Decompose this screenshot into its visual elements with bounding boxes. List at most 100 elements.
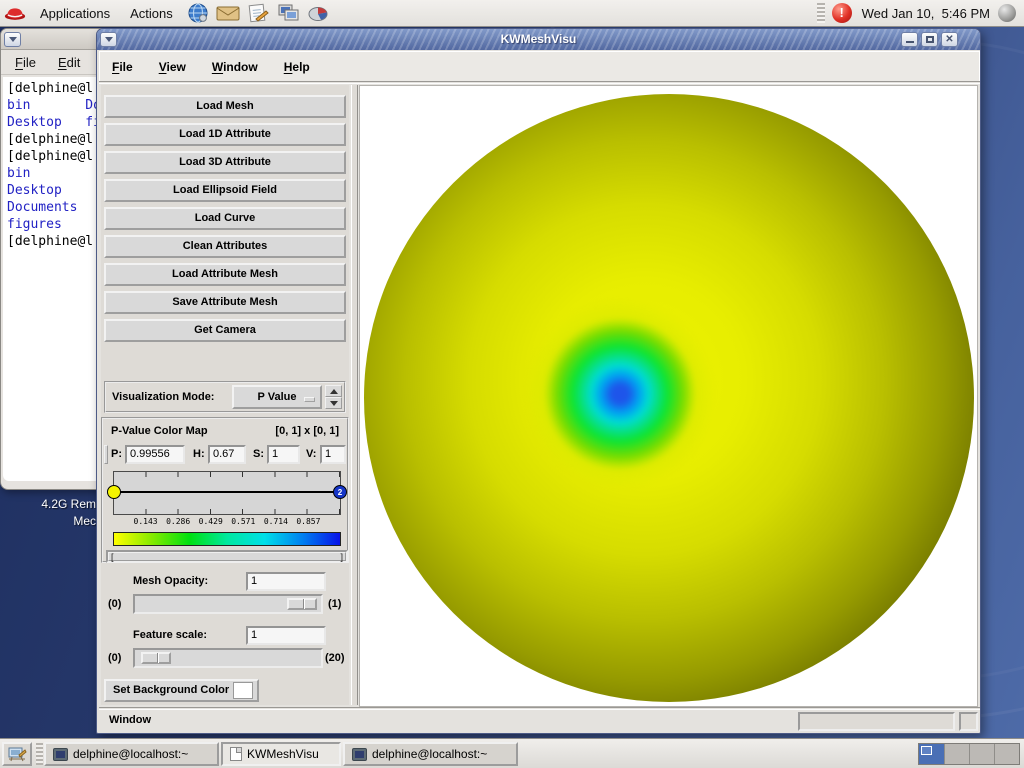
- colormap-gradient-bar: [113, 532, 341, 546]
- redhat-menu-icon[interactable]: [2, 1, 28, 25]
- close-button[interactable]: ✕: [941, 32, 958, 47]
- spin-down-button[interactable]: [325, 397, 342, 409]
- load-curve-button[interactable]: Load Curve: [104, 207, 346, 230]
- colormap-range-slider[interactable]: [ ]: [108, 552, 346, 561]
- canvas-ticks-top: [114, 472, 340, 477]
- redhat-hat-icon: [4, 5, 26, 21]
- email-launcher-icon[interactable]: [215, 1, 241, 25]
- handle-ridge: [303, 599, 305, 609]
- mesh-opacity-handle[interactable]: [287, 598, 317, 610]
- mesh-opacity-min-label: (0): [108, 598, 121, 610]
- get-camera-button[interactable]: Get Camera: [104, 319, 346, 342]
- optionmenu-indicator-icon: [304, 397, 315, 402]
- task-terminal-1[interactable]: delphine@localhost:~: [44, 742, 219, 766]
- actions-menu[interactable]: Actions: [120, 0, 183, 27]
- arrow-down-icon: [330, 401, 338, 406]
- mesh-sphere: [364, 94, 974, 702]
- desktop-media-label[interactable]: 4.2G Rem Mec: [0, 496, 96, 530]
- text-editor-launcher-icon[interactable]: [245, 1, 271, 25]
- tick-label: 0.857: [296, 517, 320, 526]
- feature-scale-min-label: (0): [108, 652, 121, 664]
- volume-icon[interactable]: [998, 4, 1016, 22]
- clean-attributes-button[interactable]: Clean Attributes: [104, 235, 346, 258]
- maximize-button[interactable]: [921, 32, 938, 47]
- chevron-down-icon: [9, 37, 17, 42]
- statusbar-progress: [798, 712, 955, 731]
- system-monitor-launcher-icon[interactable]: [305, 1, 331, 25]
- terminal-icon: [352, 748, 367, 761]
- minimize-button[interactable]: [901, 32, 918, 47]
- value-entry[interactable]: 1: [320, 445, 346, 464]
- panel-grip[interactable]: [817, 3, 825, 23]
- load-3d-attribute-button[interactable]: Load 3D Attribute: [104, 151, 346, 174]
- colormap-grip[interactable]: [104, 445, 108, 464]
- mesh-opacity-label: Mesh Opacity:: [133, 575, 208, 587]
- tick-label: 0.286: [166, 517, 190, 526]
- window-title: KWMeshVisu: [97, 29, 980, 50]
- panel-clock[interactable]: Wed Jan 10, 5:46 PM: [856, 6, 996, 21]
- hue-entry[interactable]: 0.67: [208, 445, 246, 464]
- workspace-2[interactable]: [944, 744, 969, 764]
- colormap-point-start[interactable]: [107, 485, 121, 499]
- terminal-menu-edit[interactable]: Edit: [58, 55, 80, 70]
- mesh-opacity-slider[interactable]: [133, 594, 323, 614]
- window-menu-button[interactable]: [100, 32, 117, 47]
- media-label-line1: 4.2G Rem: [0, 496, 96, 513]
- load-mesh-button[interactable]: Load Mesh: [104, 95, 346, 118]
- minimize-icon: [906, 41, 914, 43]
- menu-window[interactable]: Window: [212, 60, 258, 74]
- feature-scale-slider[interactable]: [133, 648, 323, 668]
- spin-up-button[interactable]: [325, 385, 342, 397]
- workspace-1[interactable]: [919, 744, 944, 764]
- feature-scale-handle[interactable]: [141, 652, 171, 664]
- workspace-4[interactable]: [994, 744, 1019, 764]
- colormap-point-2[interactable]: 2: [333, 485, 347, 499]
- load-1d-attribute-button[interactable]: Load 1D Attribute: [104, 123, 346, 146]
- applications-menu[interactable]: Applications: [30, 0, 120, 27]
- terminal-menu-file[interactable]: File: [15, 55, 36, 70]
- saturation-entry[interactable]: 1: [267, 445, 300, 464]
- window-controls: ✕: [901, 32, 958, 47]
- arrow-up-icon: [330, 389, 338, 394]
- tick-label: 0.429: [199, 517, 223, 526]
- tick-label: 0.571: [231, 517, 255, 526]
- h-label: H:: [193, 448, 205, 460]
- pane-sash[interactable]: [351, 85, 358, 705]
- show-desktop-button[interactable]: [2, 742, 32, 766]
- task-kwmeshvisu[interactable]: KWMeshVisu: [221, 742, 341, 766]
- update-alert-icon[interactable]: !: [832, 3, 852, 23]
- save-attribute-mesh-button[interactable]: Save Attribute Mesh: [104, 291, 346, 314]
- colormap-range-scrollbar[interactable]: [ ]: [106, 550, 348, 563]
- menu-file[interactable]: File: [112, 60, 133, 74]
- web-browser-launcher-icon[interactable]: [185, 1, 211, 25]
- load-ellipsoid-field-button[interactable]: Load Ellipsoid Field: [104, 179, 346, 202]
- terminal-window-menu-button[interactable]: [4, 32, 21, 47]
- screens-launcher-icon[interactable]: [275, 1, 301, 25]
- bottom-taskbar: delphine@localhost:~ KWMeshVisu delphine…: [0, 738, 1024, 768]
- pvalue-colormap-frame: P-Value Color Map [0, 1] x [0, 1] P: 0.9…: [101, 417, 349, 563]
- p-value-entry[interactable]: 0.99556: [125, 445, 185, 464]
- document-icon: [230, 747, 242, 761]
- set-background-color-label: Set Background Color: [113, 684, 229, 696]
- menu-view[interactable]: View: [159, 60, 186, 74]
- statusbar-resize-box[interactable]: [959, 712, 978, 731]
- set-background-color-button[interactable]: Set Background Color: [104, 679, 259, 702]
- handle-ridge: [157, 653, 159, 663]
- close-icon: ✕: [945, 35, 953, 45]
- render-viewport[interactable]: [359, 85, 978, 707]
- workspace-3[interactable]: [969, 744, 994, 764]
- mesh-opacity-entry[interactable]: 1: [246, 572, 326, 591]
- task-terminal-2[interactable]: delphine@localhost:~: [343, 742, 518, 766]
- colormap-function-canvas[interactable]: 2: [113, 471, 341, 515]
- taskbar-grip[interactable]: [36, 743, 43, 765]
- workspace-window-thumb: [921, 746, 932, 755]
- feature-scale-entry[interactable]: 1: [246, 626, 326, 645]
- maximize-icon: [926, 36, 934, 43]
- desktop: Applications Actions ! Wed Jan 10, 5:46 …: [0, 0, 1024, 768]
- menu-help[interactable]: Help: [284, 60, 310, 74]
- load-attribute-mesh-button[interactable]: Load Attribute Mesh: [104, 263, 346, 286]
- media-label-line2: Mec: [0, 513, 96, 530]
- gnome-top-panel: Applications Actions ! Wed Jan 10, 5:46 …: [0, 0, 1024, 27]
- visualization-mode-label: Visualization Mode:: [112, 391, 214, 403]
- visualization-mode-dropdown[interactable]: P Value: [232, 385, 322, 409]
